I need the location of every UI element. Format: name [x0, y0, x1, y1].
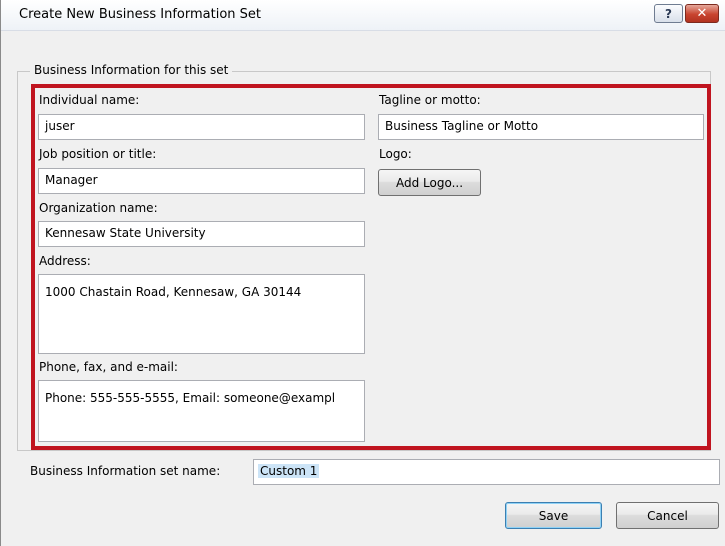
groupbox-legend: Business Information for this set: [30, 63, 233, 77]
organization-input[interactable]: Kennesaw State University: [38, 221, 365, 247]
dialog-title: Create New Business Information Set: [19, 7, 262, 22]
job-title-label: Job position or title:: [39, 147, 157, 161]
address-label: Address:: [39, 254, 91, 268]
title-bar: Create New Business Information Set ? ✕: [1, 0, 725, 31]
contact-label: Phone, fax, and e-mail:: [39, 360, 178, 374]
individual-name-input[interactable]: juser: [38, 114, 365, 140]
business-info-dialog: Create New Business Information Set ? ✕ …: [0, 0, 725, 546]
close-icon: ✕: [696, 6, 708, 21]
help-icon: ?: [665, 6, 672, 21]
cancel-button[interactable]: Cancel: [616, 502, 719, 529]
set-name-input[interactable]: Custom 1: [253, 459, 720, 485]
save-button[interactable]: Save: [505, 502, 602, 529]
address-input[interactable]: 1000 Chastain Road, Kennesaw, GA 30144: [38, 274, 365, 354]
tagline-label: Tagline or motto:: [379, 93, 481, 107]
close-button[interactable]: ✕: [685, 4, 719, 23]
contact-input[interactable]: Phone: 555-555-5555, Email: someone@exam…: [38, 380, 365, 442]
help-button[interactable]: ?: [654, 4, 683, 23]
tagline-input[interactable]: Business Tagline or Motto: [378, 114, 704, 140]
organization-label: Organization name:: [39, 201, 158, 215]
set-name-label: Business Information set name:: [30, 464, 221, 478]
job-title-input[interactable]: Manager: [38, 168, 365, 194]
set-name-value: Custom 1: [258, 464, 320, 478]
logo-label: Logo:: [379, 147, 412, 161]
add-logo-button[interactable]: Add Logo...: [378, 169, 481, 196]
individual-name-label: Individual name:: [39, 93, 140, 107]
